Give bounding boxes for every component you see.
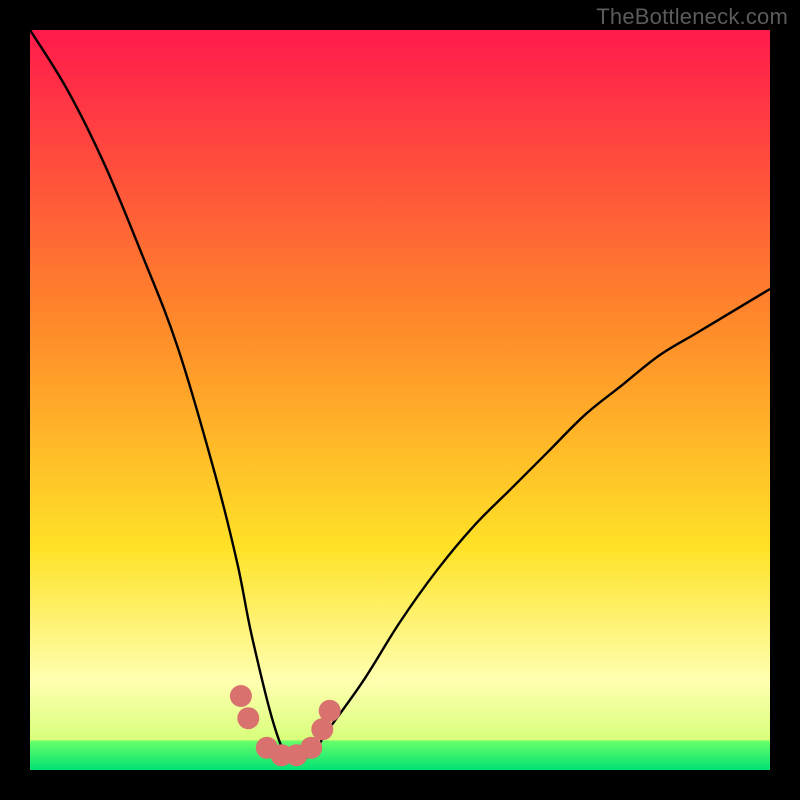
highlight-dot	[300, 737, 322, 759]
highlight-dots	[230, 685, 341, 766]
watermark-text: TheBottleneck.com	[596, 4, 788, 30]
bottleneck-curve	[30, 30, 770, 759]
curve-layer	[30, 30, 770, 770]
highlight-dot	[237, 707, 259, 729]
highlight-dot	[230, 685, 252, 707]
plot-area	[30, 30, 770, 770]
chart-frame: TheBottleneck.com	[0, 0, 800, 800]
highlight-dot	[319, 700, 341, 722]
